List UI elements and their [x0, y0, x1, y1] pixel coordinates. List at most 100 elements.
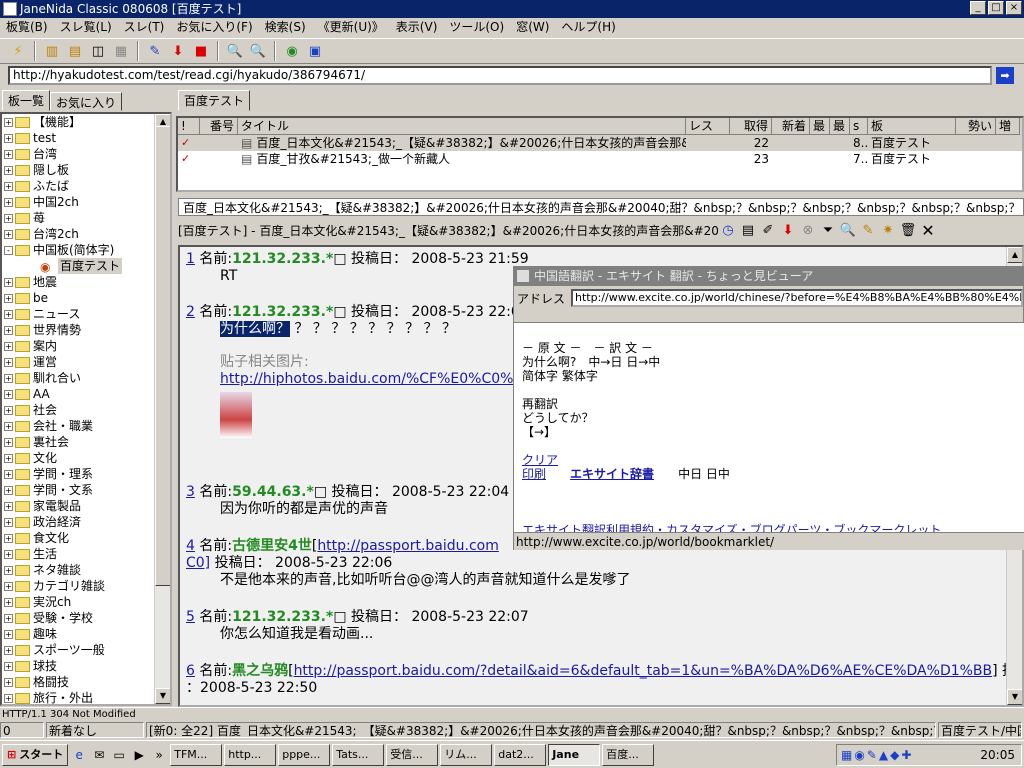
tab-board-list[interactable]: 板一覧 — [2, 90, 51, 111]
menu-update[interactable]: 《更新(U)》 — [312, 18, 390, 37]
col-res[interactable]: レス — [686, 118, 730, 135]
menu-search[interactable]: 検索(S) — [259, 18, 312, 37]
expand-icon[interactable]: + — [4, 325, 13, 335]
expand-icon[interactable]: + — [4, 581, 13, 591]
tree-item[interactable]: + 生活 — [2, 546, 170, 562]
expand-icon[interactable]: + — [4, 597, 13, 607]
tree-item[interactable]: + 球技 — [2, 658, 170, 674]
expand-icon[interactable]: + — [4, 549, 13, 559]
download-arrow-icon[interactable]: ⬇ — [168, 41, 188, 61]
print-link[interactable]: 印刷 — [522, 467, 546, 481]
media-icon[interactable]: ▶ — [130, 746, 148, 764]
tree-item[interactable]: + スポーツ一般 — [2, 642, 170, 658]
clock-icon[interactable]: ◷ — [718, 221, 738, 241]
layout-split-icon[interactable]: ◫ — [88, 41, 108, 61]
profile-link[interactable]: http://passport.baidu.com — [317, 538, 499, 554]
desktop-icon[interactable]: ▭ — [110, 746, 128, 764]
post-number[interactable]: 4 — [186, 538, 195, 554]
tree-item[interactable]: + 案内 — [2, 338, 170, 354]
tree-item[interactable]: + 家電製品 — [2, 498, 170, 514]
image-link[interactable]: http://hiphotos.baidu.com/%CF%E0%C0%C7% — [220, 371, 545, 387]
tree-item[interactable]: + 台湾 — [2, 146, 170, 162]
clear-link[interactable]: クリア — [522, 453, 558, 467]
tree-item[interactable]: + 政治経済 — [2, 514, 170, 530]
address-input[interactable]: http://hyakudotest.com/test/read.cgi/hya… — [8, 66, 992, 85]
expand-icon[interactable]: + — [4, 485, 13, 495]
tree-item[interactable]: + 食文化 — [2, 530, 170, 546]
expand-icon[interactable]: + — [4, 661, 13, 671]
task-inbox[interactable]: 受信... — [386, 743, 439, 766]
expand-icon[interactable]: + — [4, 533, 13, 543]
menu-window[interactable]: 窓(W) — [510, 18, 555, 37]
tree-item[interactable]: + 台湾2ch — [2, 226, 170, 242]
expand-icon[interactable]: + — [4, 149, 13, 159]
tree-item[interactable]: ◉ 百度テスト — [2, 258, 170, 274]
tree-item[interactable]: - 中国板(简体字) — [2, 242, 170, 258]
tree-item[interactable]: + 運営 — [2, 354, 170, 370]
col-board[interactable]: 板 — [868, 118, 956, 135]
tag-icon[interactable]: ✐ — [758, 221, 778, 241]
tree-item[interactable]: + 地震 — [2, 274, 170, 290]
tree-item[interactable]: + 旅行・外出 — [2, 690, 170, 704]
post-number[interactable]: 3 — [186, 484, 195, 500]
minimize-button[interactable]: _ — [970, 1, 986, 15]
tree-item[interactable]: + 【機能】 — [2, 114, 170, 130]
tree-item[interactable]: + カテゴリ雑談 — [2, 578, 170, 594]
tree-item[interactable]: + ネタ雑談 — [2, 562, 170, 578]
ie-icon[interactable]: e — [70, 746, 88, 764]
scroll-up-icon[interactable]: ▲ — [1007, 247, 1022, 263]
thread-row[interactable]: ✓ ▤ 百度_日本文化&#21543;_【疑&#38382;】&#20026;什日… — [178, 135, 1022, 151]
tree-item[interactable]: + ニュース — [2, 306, 170, 322]
pen-icon[interactable]: ✎ — [145, 41, 165, 61]
col-s[interactable]: s — [850, 118, 868, 135]
outlook-icon[interactable]: ✉ — [90, 746, 108, 764]
popup-address-input[interactable]: http://www.excite.co.jp/world/chinese/?b… — [571, 289, 1023, 307]
profile-link-cont[interactable]: C0] — [186, 555, 210, 571]
scroll-down-icon[interactable]: ▼ — [155, 688, 170, 704]
tree-item[interactable]: + ふたば — [2, 178, 170, 194]
search-board-icon[interactable]: 🔍 — [225, 41, 245, 61]
filter-icon[interactable]: ⏷ — [818, 221, 838, 241]
trash-icon[interactable]: 🗑 — [898, 221, 918, 241]
expand-icon[interactable]: + — [4, 405, 13, 415]
col-last2[interactable]: 最 — [830, 118, 850, 135]
tab-board[interactable]: 百度テスト — [178, 90, 251, 111]
expand-icon[interactable]: + — [4, 357, 13, 367]
menu-board[interactable]: 板覧(B) — [0, 18, 54, 37]
col-new[interactable]: 新着 — [772, 118, 810, 135]
tray-icons[interactable]: ▦◉✎▲◆✚ — [837, 745, 913, 765]
book-icon[interactable]: ▣ — [305, 41, 325, 61]
expand-icon[interactable]: + — [4, 341, 13, 351]
col-get[interactable]: 取得 — [730, 118, 772, 135]
expand-icon[interactable]: + — [4, 197, 13, 207]
expand-icon[interactable]: + — [4, 565, 13, 575]
menu-tools[interactable]: ツール(O) — [443, 18, 510, 37]
layout-columns-icon[interactable]: ▥ — [42, 41, 62, 61]
expand-icon[interactable]: + — [4, 309, 13, 319]
tree-item[interactable]: + AA — [2, 386, 170, 402]
expand-icon[interactable]: + — [4, 293, 13, 303]
post-number[interactable]: 5 — [186, 609, 195, 625]
expand-icon[interactable]: + — [4, 453, 13, 463]
close-icon[interactable]: ✕ — [918, 221, 938, 241]
dictionary-link[interactable]: エキサイト辞書 — [570, 467, 654, 481]
post-number[interactable]: 2 — [186, 304, 195, 320]
tree-item[interactable]: + 馴れ合い — [2, 370, 170, 386]
thread-row[interactable]: ✓ ▤百度_甘孜&#21543;_做一个新藏人 23 7... 百度テスト — [178, 151, 1022, 167]
expand-icon[interactable]: + — [4, 277, 13, 287]
tree-item[interactable]: + be — [2, 290, 170, 306]
task-tfm[interactable]: TFM... — [170, 743, 223, 766]
expand-icon[interactable]: + — [4, 693, 13, 703]
expand-icon[interactable]: + — [4, 677, 13, 687]
menu-help[interactable]: ヘルプ(H) — [555, 18, 621, 37]
maximize-button[interactable]: □ — [988, 1, 1004, 15]
memo-icon[interactable]: ▤ — [738, 221, 758, 241]
stop-icon[interactable]: ■ — [191, 41, 211, 61]
collapse-icon[interactable]: - — [4, 245, 13, 255]
task-dat2[interactable]: dat2... — [494, 743, 547, 766]
tree-item[interactable]: + 受験・学校 — [2, 610, 170, 626]
tree-item[interactable]: + 苺 — [2, 210, 170, 226]
layout-full-icon[interactable]: ▦ — [111, 41, 131, 61]
expand-icon[interactable]: + — [4, 437, 13, 447]
tree-item[interactable]: + 隠し板 — [2, 162, 170, 178]
